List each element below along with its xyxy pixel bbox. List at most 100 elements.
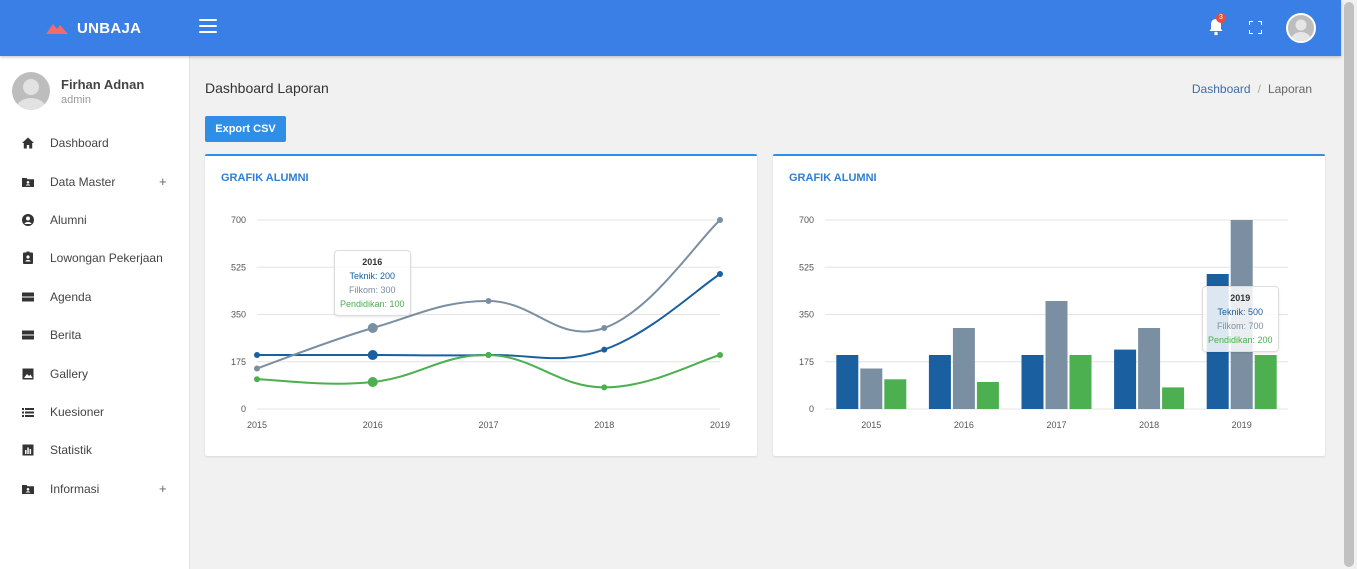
breadcrumb: Dashboard / Laporan xyxy=(1192,82,1312,96)
breadcrumb-current: Laporan xyxy=(1267,82,1312,96)
y-tick-label: 0 xyxy=(809,404,814,414)
sidebar-item-label: Informasi xyxy=(50,481,100,496)
sidebar-item-label: Lowongan Pekerjaan xyxy=(50,251,163,266)
y-tick-label: 525 xyxy=(231,262,246,272)
scrollbar-thumb[interactable] xyxy=(1344,2,1354,567)
y-tick-label: 175 xyxy=(231,357,246,367)
folder-user-icon xyxy=(22,177,34,187)
data-point xyxy=(717,352,723,358)
sidebar-item-informasi[interactable]: Informasi + xyxy=(0,470,189,508)
breadcrumb-separator: / xyxy=(1257,82,1261,96)
y-tick-label: 525 xyxy=(799,262,814,272)
data-point xyxy=(367,323,378,333)
image-icon xyxy=(22,368,34,380)
bar xyxy=(1069,355,1092,409)
breadcrumb-link-dashboard[interactable]: Dashboard xyxy=(1192,82,1251,96)
sidebar-item-lowongan-pekerjaan[interactable]: Lowongan Pekerjaan xyxy=(0,239,189,277)
x-tick-label: 2015 xyxy=(247,420,267,430)
data-point xyxy=(367,350,378,360)
tooltip-line: Pendidikan: 100 xyxy=(340,299,405,309)
y-tick-label: 700 xyxy=(231,215,246,225)
line-chart-card: GRAFIK ALUMNI 0 175 350 525 700 2015 2016 2017 2… xyxy=(205,154,757,456)
bar-chart-icon xyxy=(22,444,34,456)
sidebar-user-panel: Firhan Adnan admin xyxy=(12,72,144,110)
tooltip-line: Teknik: 200 xyxy=(349,271,396,281)
data-point xyxy=(485,352,492,358)
brand[interactable]: UNBAJA xyxy=(46,0,141,56)
x-tick-label: 2016 xyxy=(954,420,974,430)
sidebar-item-alumni[interactable]: Alumni xyxy=(0,201,189,239)
folder-user-icon xyxy=(22,484,34,494)
y-tick-label: 700 xyxy=(799,215,814,225)
expand-plus-icon[interactable]: + xyxy=(159,481,167,496)
x-tick-label: 2018 xyxy=(594,420,614,430)
tooltip-line: Teknik: 500 xyxy=(1217,307,1264,317)
bar xyxy=(1162,387,1185,409)
bar xyxy=(884,379,907,409)
sidebar-item-label: Alumni xyxy=(50,212,87,227)
user-name: Firhan Adnan xyxy=(61,76,145,92)
sidebar-item-data-master[interactable]: Data Master + xyxy=(0,162,189,200)
menu-toggle-button[interactable] xyxy=(199,19,217,35)
sidebar-item-label: Dashboard xyxy=(50,136,109,151)
brand-name: UNBAJA xyxy=(77,19,142,37)
notification-badge: 3 xyxy=(1216,13,1226,23)
page-title: Dashboard Laporan xyxy=(205,80,329,96)
fullscreen-icon[interactable] xyxy=(1249,21,1262,34)
bar xyxy=(1254,355,1277,409)
tooltip-line: Pendidikan: 200 xyxy=(1208,335,1273,345)
tooltip-title: 2016 xyxy=(362,257,383,267)
bar xyxy=(952,328,975,409)
sidebar-item-dashboard[interactable]: Dashboard xyxy=(0,124,189,162)
sidebar-item-label: Data Master xyxy=(50,174,116,189)
y-tick-label: 175 xyxy=(799,357,814,367)
data-point xyxy=(601,325,608,331)
user-role: admin xyxy=(61,93,91,106)
chart-tooltip: 2019 Teknik: 500 Filkom: 700 Pendidikan:… xyxy=(1202,286,1279,352)
sidebar: Firhan Adnan admin Dashboard Data Master… xyxy=(0,56,190,569)
sidebar-item-berita[interactable]: Berita xyxy=(0,316,189,354)
y-tick-label: 0 xyxy=(241,404,246,414)
sidebar-item-statistik[interactable]: Statistik xyxy=(0,431,189,469)
data-point xyxy=(717,217,723,223)
avatar xyxy=(12,72,50,110)
sidebar-item-agenda[interactable]: Agenda xyxy=(0,278,189,316)
tooltip-line: Filkom: 300 xyxy=(349,285,396,295)
user-avatar-menu[interactable] xyxy=(1286,13,1316,43)
badge-icon xyxy=(23,251,33,265)
x-tick-label: 2016 xyxy=(363,420,383,430)
tooltip-title: 2019 xyxy=(1230,293,1251,303)
sidebar-item-label: Agenda xyxy=(50,289,92,304)
bar xyxy=(1114,349,1137,409)
sidebar-item-label: Statistik xyxy=(50,443,93,458)
data-point xyxy=(717,271,723,277)
home-icon xyxy=(22,137,34,149)
data-point xyxy=(254,376,260,383)
x-tick-label: 2019 xyxy=(710,420,730,430)
sidebar-item-kuesioner[interactable]: Kuesioner xyxy=(0,393,189,431)
user-circle-icon xyxy=(22,213,34,226)
bar xyxy=(1021,355,1044,409)
export-csv-button[interactable]: Export CSV xyxy=(205,116,286,142)
data-point xyxy=(601,346,608,353)
x-tick-label: 2017 xyxy=(478,420,498,430)
data-point xyxy=(601,384,608,391)
server-icon xyxy=(22,292,34,302)
bar-chart-card: GRAFIK ALUMNI 0 175 350 525 700 2015 2016 2017 2… xyxy=(773,154,1325,456)
expand-plus-icon[interactable]: + xyxy=(159,174,167,189)
sidebar-item-label: Kuesioner xyxy=(50,404,105,419)
mountain-logo-icon xyxy=(46,24,68,34)
bar xyxy=(1045,301,1068,409)
sidebar-item-gallery[interactable]: Gallery xyxy=(0,354,189,392)
list-icon xyxy=(22,407,34,417)
series-line xyxy=(256,353,721,389)
data-point xyxy=(254,365,260,372)
x-tick-label: 2018 xyxy=(1139,420,1159,430)
page-scrollbar[interactable] xyxy=(1341,0,1357,569)
series-line xyxy=(257,273,721,360)
bar xyxy=(860,368,883,409)
y-tick-label: 350 xyxy=(799,310,814,320)
tooltip-line: Filkom: 700 xyxy=(1217,321,1264,331)
avatar-icon xyxy=(1291,19,1311,41)
y-tick-label: 350 xyxy=(231,310,246,320)
